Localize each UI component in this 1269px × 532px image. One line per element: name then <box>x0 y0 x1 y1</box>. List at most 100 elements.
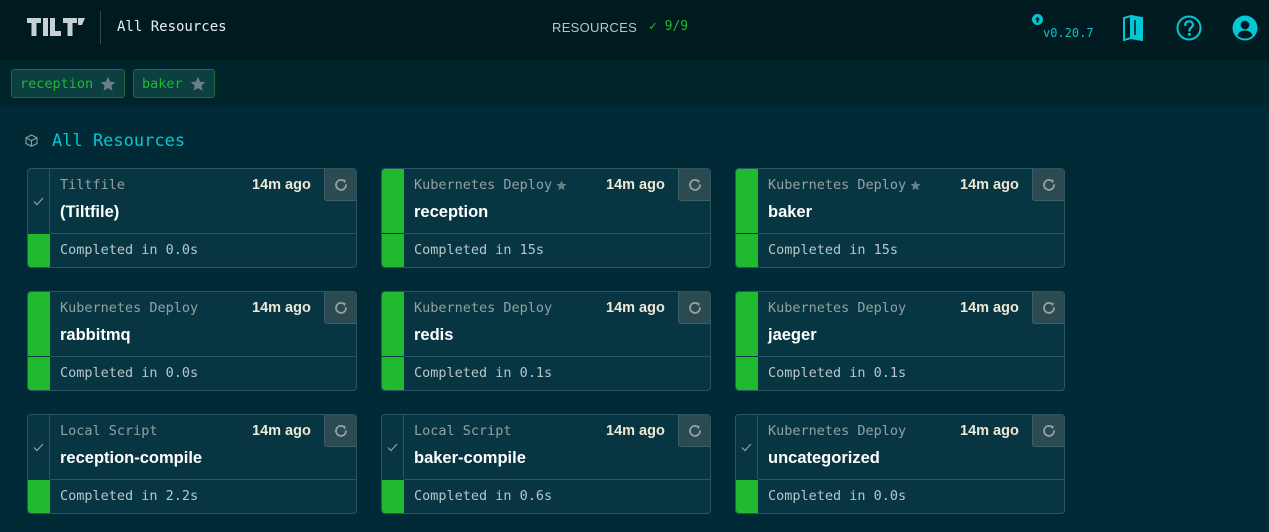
resource-card[interactable]: Tiltfile 14m ago (Tiltfile) Completed in 0.… <box>27 168 357 268</box>
build-status-text: Completed in 0.0s <box>768 488 907 504</box>
resource-card[interactable]: Local Script 14m ago reception-compile Comp… <box>27 414 357 514</box>
resource-name[interactable]: (Tiltfile) <box>60 203 119 222</box>
last-update-time: 14m ago <box>606 177 665 193</box>
runtime-status-indicator <box>736 169 758 233</box>
update-available-icon[interactable] <box>1032 14 1043 25</box>
build-status-text: Completed in 0.1s <box>768 365 907 381</box>
build-status-text: Completed in 15s <box>414 242 545 258</box>
page-title: All Resources <box>117 19 227 35</box>
resource-name[interactable]: uncategorized <box>768 449 880 468</box>
resource-type: Tiltfile <box>60 177 125 193</box>
last-update-time: 14m ago <box>252 423 311 439</box>
resource-type-label: Local Script <box>60 423 158 439</box>
resource-type-label: Kubernetes Deploy <box>414 177 553 193</box>
build-status-indicator <box>28 234 50 267</box>
resources-label: RESOURCES <box>552 20 638 35</box>
refresh-icon <box>1042 301 1055 314</box>
card-divider <box>404 233 710 234</box>
card-divider <box>50 233 356 234</box>
resource-card[interactable]: Kubernetes Deploy 14m ago jaeger Completed … <box>735 291 1065 391</box>
account-icon[interactable] <box>1232 15 1258 41</box>
star-icon[interactable] <box>556 180 567 191</box>
refresh-icon <box>1042 424 1055 437</box>
pinned-item-reception[interactable]: reception <box>11 69 126 98</box>
build-status-text: Completed in 0.0s <box>60 365 199 381</box>
resource-type: Kubernetes Deploy <box>60 300 198 316</box>
refresh-icon <box>334 424 347 437</box>
refresh-icon <box>688 424 701 437</box>
last-update-time: 14m ago <box>960 300 1019 316</box>
docs-icon[interactable] <box>1122 15 1144 41</box>
trigger-update-button[interactable] <box>1032 415 1064 447</box>
last-update-time: 14m ago <box>606 423 665 439</box>
trigger-update-button[interactable] <box>324 169 356 201</box>
check-icon <box>33 197 44 206</box>
resource-type: Local Script <box>60 423 158 439</box>
resource-card[interactable]: Kubernetes Deploy 14m ago baker Completed i… <box>735 168 1065 268</box>
build-status-indicator <box>28 480 50 513</box>
last-update-time: 14m ago <box>252 177 311 193</box>
runtime-status-indicator <box>382 415 404 479</box>
trigger-update-button[interactable] <box>324 292 356 324</box>
section-title: All Resources <box>52 131 186 151</box>
refresh-icon <box>334 178 347 191</box>
build-status-text: Completed in 0.0s <box>60 242 199 258</box>
last-update-time: 14m ago <box>960 177 1019 193</box>
build-status-indicator <box>28 357 50 390</box>
runtime-status-indicator <box>28 415 50 479</box>
trigger-update-button[interactable] <box>678 169 710 201</box>
refresh-icon <box>1042 178 1055 191</box>
resource-type: Kubernetes Deploy <box>414 177 567 193</box>
card-divider <box>50 479 356 480</box>
pinned-item-label[interactable]: baker <box>142 76 183 92</box>
resource-type: Kubernetes Deploy <box>768 423 906 439</box>
tilt-logo[interactable] <box>27 16 85 38</box>
trigger-update-button[interactable] <box>678 292 710 324</box>
resources-count[interactable]: ✓ 9/9 <box>649 19 688 34</box>
version-label[interactable]: v0.20.7 <box>1043 26 1094 40</box>
resource-name[interactable]: redis <box>414 326 453 345</box>
runtime-status-indicator <box>736 292 758 356</box>
build-status-text: Completed in 0.1s <box>414 365 553 381</box>
trigger-update-button[interactable] <box>678 415 710 447</box>
refresh-icon <box>688 178 701 191</box>
resource-name[interactable]: baker <box>768 203 812 222</box>
resource-card[interactable]: Local Script 14m ago baker-compile Complete… <box>381 414 711 514</box>
last-update-time: 14m ago <box>606 300 665 316</box>
resource-type-label: Kubernetes Deploy <box>768 177 907 193</box>
pinned-item-baker[interactable]: baker <box>133 69 215 98</box>
pinned-item-label[interactable]: reception <box>20 76 93 92</box>
build-status-text: Completed in 0.6s <box>414 488 553 504</box>
trigger-update-button[interactable] <box>1032 169 1064 201</box>
refresh-icon <box>688 301 701 314</box>
resource-card[interactable]: Kubernetes Deploy 14m ago rabbitmq Complete… <box>27 291 357 391</box>
trigger-update-button[interactable] <box>1032 292 1064 324</box>
card-divider <box>404 356 710 357</box>
resource-name[interactable]: baker-compile <box>414 449 526 468</box>
build-status-indicator <box>382 480 404 513</box>
resource-name[interactable]: rabbitmq <box>60 326 131 345</box>
resource-card[interactable]: Kubernetes Deploy 14m ago redis Completed i… <box>381 291 711 391</box>
build-status-indicator <box>382 357 404 390</box>
resource-name[interactable]: reception <box>414 203 488 222</box>
star-icon[interactable] <box>190 76 206 92</box>
last-update-time: 14m ago <box>252 300 311 316</box>
runtime-status-indicator <box>28 292 50 356</box>
last-update-time: 14m ago <box>960 423 1019 439</box>
resource-card[interactable]: Kubernetes Deploy 14m ago reception Complet… <box>381 168 711 268</box>
build-status-indicator <box>736 234 758 267</box>
resource-type: Kubernetes Deploy <box>768 177 921 193</box>
star-icon[interactable] <box>100 76 116 92</box>
resource-name[interactable]: reception-compile <box>60 449 202 468</box>
trigger-update-button[interactable] <box>324 415 356 447</box>
top-bar: All Resources RESOURCES ✓ 9/9 v0.20.7 <box>0 0 1269 60</box>
resource-type-label: Local Script <box>414 423 512 439</box>
resource-name[interactable]: jaeger <box>768 326 817 345</box>
star-icon[interactable] <box>910 180 921 191</box>
resource-type: Kubernetes Deploy <box>414 300 552 316</box>
resource-type-label: Kubernetes Deploy <box>768 300 907 316</box>
help-icon[interactable] <box>1176 15 1202 41</box>
cube-icon <box>25 134 38 147</box>
resource-card[interactable]: Kubernetes Deploy 14m ago uncategorized Com… <box>735 414 1065 514</box>
card-divider <box>758 479 1064 480</box>
